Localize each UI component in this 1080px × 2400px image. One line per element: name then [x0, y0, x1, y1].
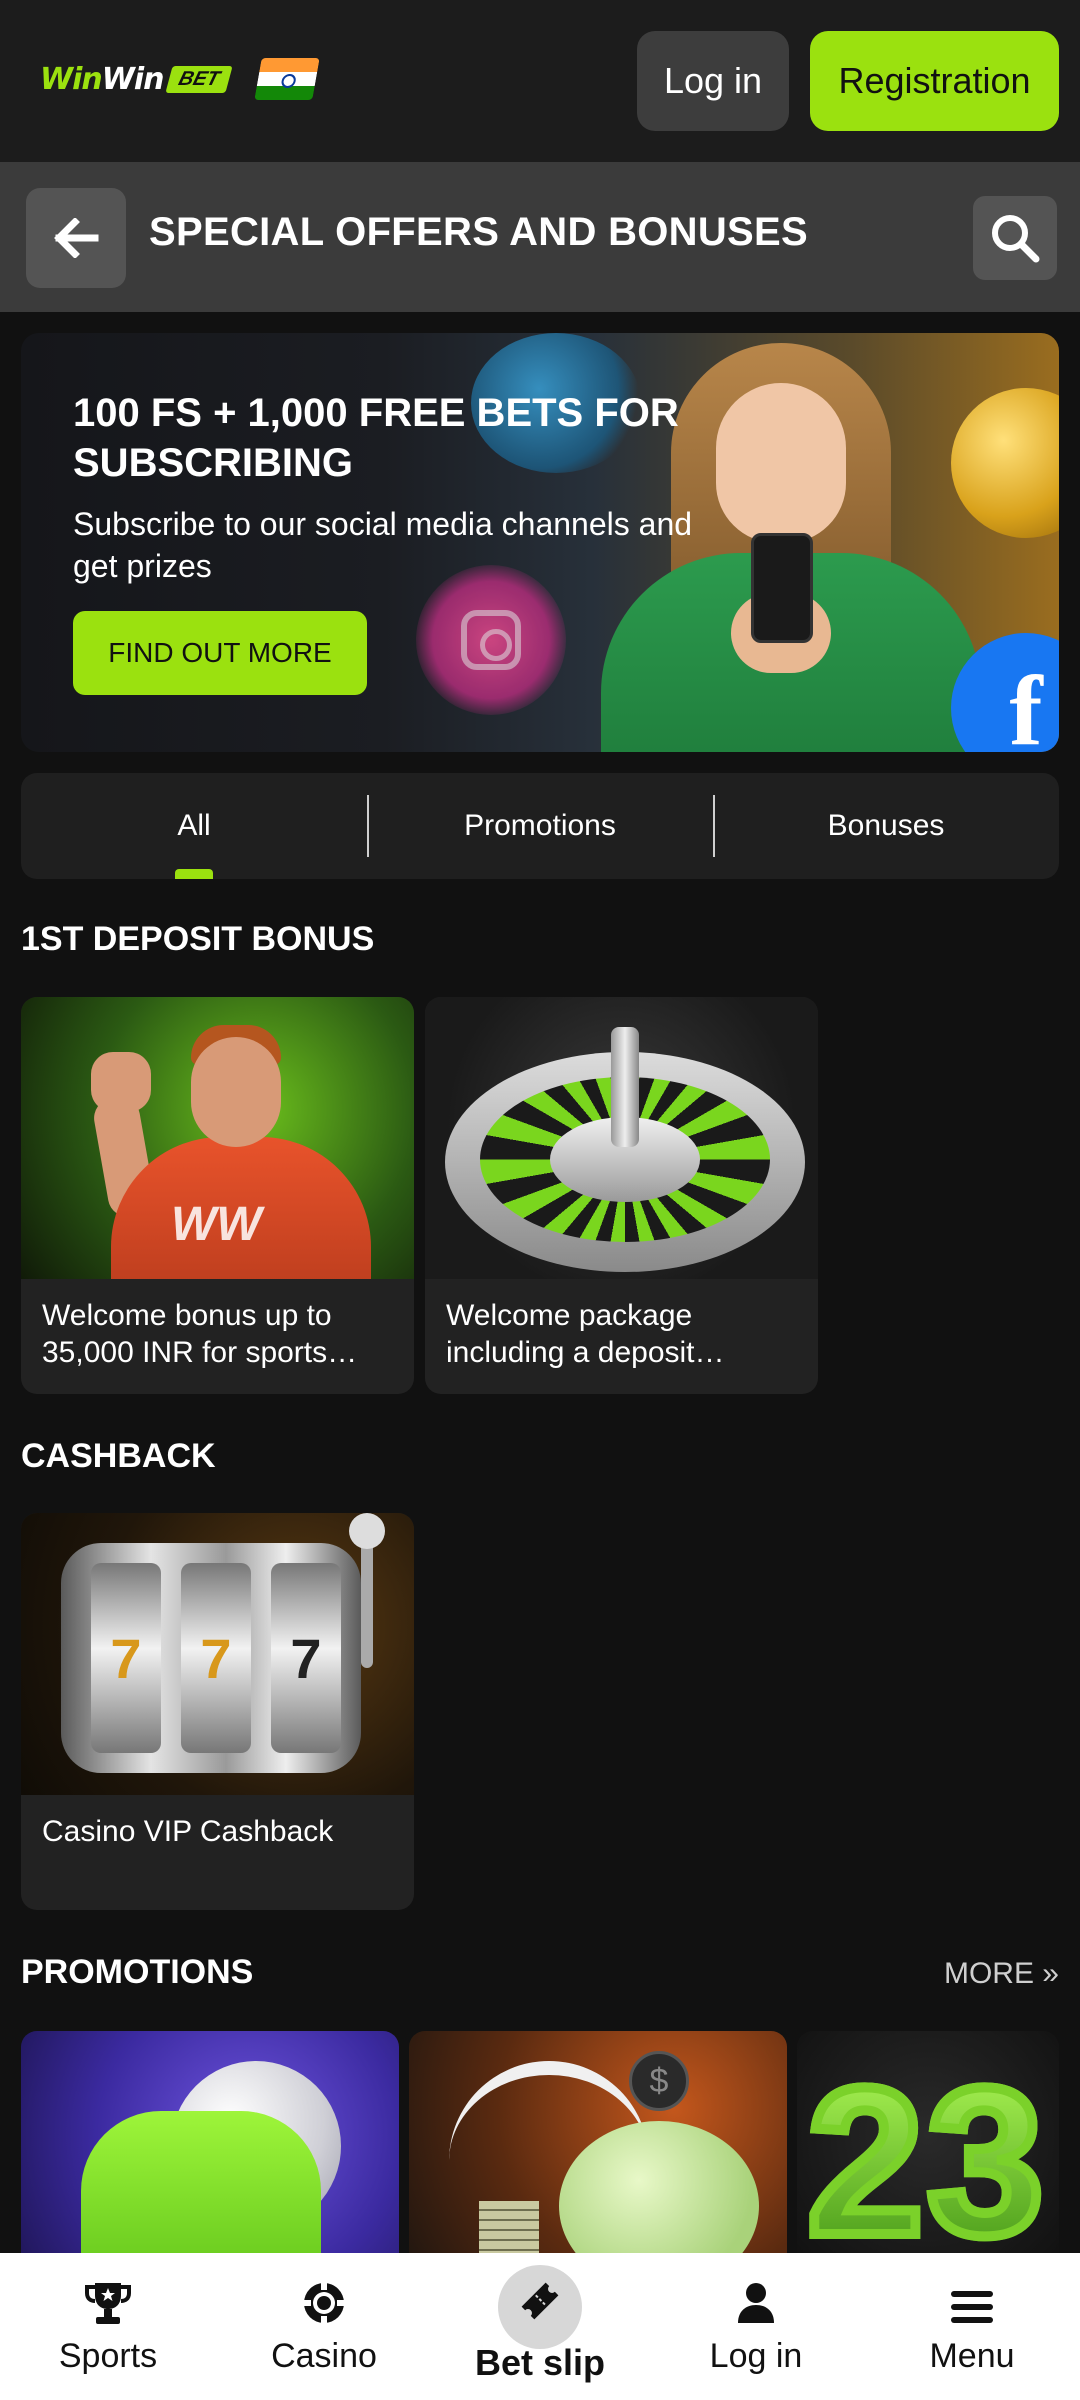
back-arrow-icon [54, 218, 99, 258]
nav-label: Sports [58, 2337, 158, 2375]
more-link[interactable]: MORE » [944, 1957, 1059, 1991]
chip-icon [304, 2283, 344, 2323]
nav-menu[interactable]: Menu [864, 2253, 1080, 2400]
back-button[interactable] [26, 188, 126, 288]
menu-icon [951, 2291, 993, 2323]
section-title-promotions: PROMOTIONS [21, 1953, 254, 1991]
card-title: Casino VIP Cashback [42, 1815, 334, 1848]
promo-banner[interactable]: f 100 FS + 1,000 FREE BETS FOR SUBSCRIBI… [21, 333, 1059, 752]
roulette-image [425, 997, 818, 1279]
nav-login[interactable]: Log in [648, 2253, 864, 2400]
section-title-deposit: 1ST DEPOSIT BONUS [21, 920, 375, 958]
tab-promotions[interactable]: Promotions [367, 773, 713, 879]
nav-label: Casino [271, 2337, 377, 2375]
tab-all[interactable]: All [21, 773, 367, 879]
bonus-card[interactable]: WW Welcome bonus up to 35,000 INR for sp… [21, 997, 414, 1394]
card-title: Welcome bonus up to 35,000 INR for sport… [42, 1299, 358, 1369]
login-button[interactable]: Log in [637, 31, 789, 131]
page-title-bar: SPECIAL OFFERS AND BONUSES [0, 162, 1080, 312]
trophy-icon [85, 2283, 131, 2324]
promotion-card[interactable]: $ [409, 2031, 787, 2291]
ticket-icon [521, 2282, 559, 2320]
search-icon [992, 215, 1040, 263]
nav-casino[interactable]: Casino [216, 2253, 432, 2400]
winwin-logo[interactable]: WinWin BET [40, 62, 234, 97]
logo-win-2: Win [101, 62, 165, 97]
india-flag-icon[interactable] [254, 58, 320, 100]
nav-label: Log in [709, 2337, 803, 2375]
instagram-icon [416, 565, 566, 715]
slot-machine-image: 7 7 7 [21, 1513, 414, 1795]
logo-bet: BET [165, 66, 234, 93]
top-header: WinWin BET Log in Registration [0, 0, 1080, 162]
slot-reel: 7 [271, 1563, 341, 1753]
nav-label: Menu [929, 2337, 1015, 2375]
phone-icon [751, 533, 813, 643]
slot-reel: 7 [91, 1563, 161, 1753]
bottom-navigation: Sports Casino Bet slip Log in Menu [0, 2253, 1080, 2400]
logo-win-1: Win [40, 62, 103, 97]
page-title: SPECIAL OFFERS AND BONUSES [149, 210, 808, 254]
bonus-card[interactable]: Welcome package including a deposit… [425, 997, 818, 1394]
balloon-digit: 3 [922, 2039, 1049, 2284]
filter-tabs: All Promotions Bonuses [21, 773, 1059, 879]
footballer-image: WW [21, 997, 414, 1279]
slot-reel: 7 [181, 1563, 251, 1753]
nav-bet-slip[interactable]: Bet slip [432, 2253, 648, 2400]
balloon-digit: 2 [802, 2039, 929, 2284]
banner-subtitle: Subscribe to our social media channels a… [73, 506, 693, 584]
banner-title: 100 FS + 1,000 FREE BETS FOR SUBSCRIBING [73, 391, 679, 485]
card-title: Welcome package including a deposit… [446, 1299, 725, 1369]
cashback-card[interactable]: 7 7 7 Casino VIP Cashback [21, 1513, 414, 1910]
promotion-card[interactable] [21, 2031, 399, 2291]
search-button[interactable] [973, 196, 1057, 280]
nav-sports[interactable]: Sports [0, 2253, 216, 2400]
section-title-cashback: CASHBACK [21, 1437, 216, 1475]
promotion-card[interactable]: 2 3 [797, 2031, 1059, 2291]
user-icon [738, 2283, 774, 2323]
find-out-more-button[interactable]: FIND OUT MORE [73, 611, 367, 695]
registration-button[interactable]: Registration [810, 31, 1059, 131]
dollar-coin-icon: $ [629, 2051, 689, 2111]
tab-bonuses[interactable]: Bonuses [713, 773, 1059, 879]
